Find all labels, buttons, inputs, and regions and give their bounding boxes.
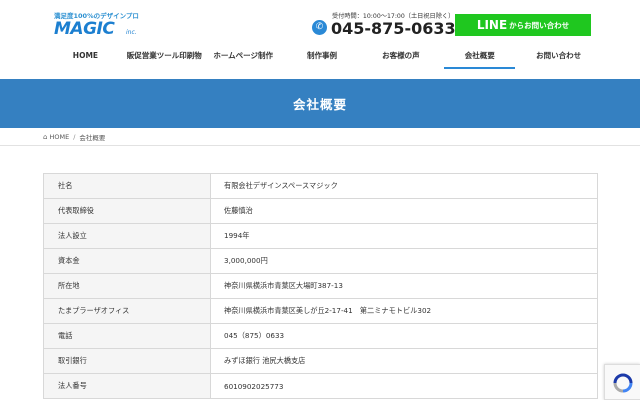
row-label: 所在地 — [43, 273, 211, 299]
breadcrumb-bar: ⌂ HOME / 会社概要 — [0, 128, 640, 146]
row-label: 社名 — [43, 173, 211, 199]
recaptcha-badge[interactable] — [604, 364, 640, 400]
row-label: たまプラーザオフィス — [43, 298, 211, 324]
row-label: 法人番号 — [43, 373, 211, 399]
phone-contact[interactable]: ✆ 受付時間：10:00～17:00（土日祝日除く） 045-875-0633 — [312, 11, 456, 39]
row-value: 有限会社デザインスペースマジック — [210, 173, 598, 199]
row-value: 佐藤慎治 — [210, 198, 598, 224]
breadcrumb: ⌂ HOME / 会社概要 — [43, 132, 105, 142]
row-label: 法人設立 — [43, 223, 211, 249]
table-row: 法人番号 6010902025773 — [43, 373, 598, 399]
table-row: 電話 045（875）0633 — [43, 323, 598, 349]
row-value: 045（875）0633 — [210, 323, 598, 349]
nav-item-print-tools[interactable]: 販促営業ツール印刷物 — [125, 46, 204, 68]
table-row: たまプラーザオフィス 神奈川県横浜市青葉区美しが丘2-17-41 第二ミナモトビ… — [43, 298, 598, 324]
phone-icon: ✆ — [312, 20, 327, 35]
row-label: 取引銀行 — [43, 348, 211, 374]
site-header: 満足度100%のデザインプロ MAGIC inc. ✆ 受付時間：10:00～1… — [0, 0, 640, 78]
table-row: 取引銀行 みずほ銀行 池尻大橋支店 — [43, 348, 598, 374]
nav-item-testimonials[interactable]: お客様の声 — [361, 46, 440, 68]
table-row: 法人設立 1994年 — [43, 223, 598, 249]
row-value: 神奈川県横浜市青葉区美しが丘2-17-41 第二ミナモトビル302 — [210, 298, 598, 324]
breadcrumb-current: 会社概要 — [79, 134, 106, 142]
table-row: 資本金 3,000,000円 — [43, 248, 598, 274]
page-hero: 会社概要 — [0, 79, 640, 128]
nav-item-contact[interactable]: お問い合わせ — [519, 46, 598, 68]
nav-item-works[interactable]: 制作事例 — [283, 46, 362, 68]
main-nav: HOME 販促営業ツール印刷物 ホームページ制作 制作事例 お客様の声 会社概要… — [46, 46, 598, 69]
company-info-table: 社名 有限会社デザインスペースマジック 代表取締役 佐藤慎治 法人設立 1994… — [43, 173, 598, 399]
nav-item-web-design[interactable]: ホームページ制作 — [204, 46, 283, 68]
nav-item-company[interactable]: 会社概要 — [440, 46, 519, 69]
row-label: 電話 — [43, 323, 211, 349]
site-logo[interactable]: 満足度100%のデザインプロ MAGIC inc. — [54, 10, 164, 40]
table-row: 代表取締役 佐藤慎治 — [43, 198, 598, 224]
row-value: 3,000,000円 — [210, 248, 598, 274]
row-value: 神奈川県横浜市青葉区大場町387-13 — [210, 273, 598, 299]
breadcrumb-separator: / — [73, 133, 76, 141]
recaptcha-icon — [613, 373, 633, 393]
row-label: 代表取締役 — [43, 198, 211, 224]
table-row: 所在地 神奈川県横浜市青葉区大場町387-13 — [43, 273, 598, 299]
row-label: 資本金 — [43, 248, 211, 274]
row-value: 6010902025773 — [210, 373, 598, 399]
home-icon: ⌂ — [43, 133, 48, 141]
nav-item-home[interactable]: HOME — [46, 46, 125, 68]
row-value: みずほ銀行 池尻大橋支店 — [210, 348, 598, 374]
logo-suffix: inc. — [126, 29, 137, 36]
line-contact-label: からお問い合わせ — [509, 20, 570, 30]
logo-wordmark: MAGIC — [54, 19, 115, 39]
line-contact-button[interactable]: LINE からお問い合わせ — [455, 14, 591, 36]
breadcrumb-home-link[interactable]: HOME — [49, 133, 69, 141]
page-title: 会社概要 — [292, 97, 347, 112]
table-row: 社名 有限会社デザインスペースマジック — [43, 173, 598, 199]
phone-number: 045-875-0633 — [331, 19, 456, 38]
line-label: LINE — [476, 18, 508, 32]
row-value: 1994年 — [210, 223, 598, 249]
